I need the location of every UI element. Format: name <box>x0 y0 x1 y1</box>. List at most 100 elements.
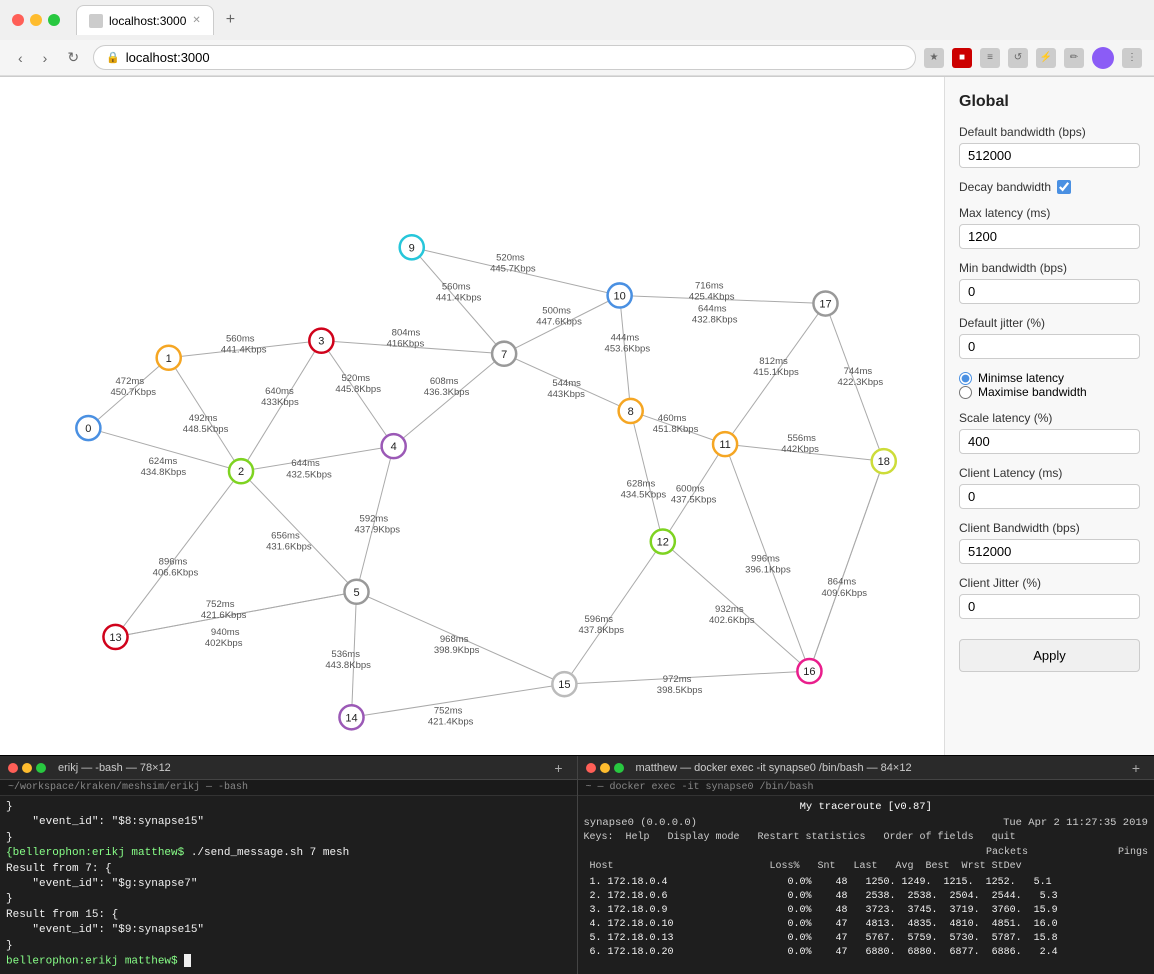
terminal-minimize-icon[interactable] <box>22 763 32 773</box>
reload-button[interactable]: ↻ <box>61 45 85 70</box>
panel-title: Global <box>959 93 1140 111</box>
svg-text:437.8Kbps: 437.8Kbps <box>578 625 624 636</box>
svg-text:421.6Kbps: 421.6Kbps <box>201 610 247 621</box>
svg-text:450.7Kbps: 450.7Kbps <box>110 387 156 398</box>
default-bandwidth-label: Default bandwidth (bps) <box>959 125 1140 139</box>
decay-bandwidth-checkbox[interactable] <box>1057 180 1071 194</box>
browser-chrome: localhost:3000 ✕ + ‹ › ↻ 🔒 localhost:300… <box>0 0 1154 77</box>
svg-text:972ms: 972ms <box>663 674 692 685</box>
svg-text:436.3Kbps: 436.3Kbps <box>424 387 470 398</box>
terminal-right-minimize-icon[interactable] <box>600 763 610 773</box>
terminal-left-header: erikj — -bash — 78×12 + <box>0 756 577 780</box>
apply-button[interactable]: Apply <box>959 639 1140 672</box>
default-jitter-label: Default jitter (%) <box>959 316 1140 330</box>
decay-bandwidth-label: Decay bandwidth <box>959 180 1140 194</box>
terminal-maximize-icon[interactable] <box>36 763 46 773</box>
reader-icon[interactable]: ≡ <box>980 48 1000 68</box>
term-line: } <box>6 892 571 907</box>
svg-text:18: 18 <box>878 456 890 468</box>
menu-icon[interactable]: ⋮ <box>1122 48 1142 68</box>
minimise-latency-radio[interactable] <box>959 372 972 385</box>
user-avatar[interactable] <box>1092 47 1114 69</box>
svg-text:492ms: 492ms <box>189 413 218 424</box>
svg-text:396.1Kbps: 396.1Kbps <box>745 565 791 576</box>
svg-text:596ms: 596ms <box>584 614 613 625</box>
extensions-icon[interactable]: ■ <box>952 48 972 68</box>
browser-tab[interactable]: localhost:3000 ✕ <box>76 5 214 35</box>
pen-icon[interactable]: ✏ <box>1064 48 1084 68</box>
bookmark-icon[interactable]: ★ <box>924 48 944 68</box>
svg-text:8: 8 <box>628 406 634 418</box>
maximise-bandwidth-radio[interactable] <box>959 386 972 399</box>
term-line: "event_id": "$9:synapse15" <box>6 923 571 938</box>
client-latency-input[interactable] <box>959 484 1140 509</box>
term-line: "event_id": "$8:synapse15" <box>6 815 571 830</box>
terminal-left-title: erikj — -bash — 78×12 <box>58 762 171 774</box>
forward-button[interactable]: › <box>37 46 54 70</box>
new-tab-button[interactable]: + <box>218 7 243 33</box>
terminal-left-add-button[interactable]: + <box>548 758 568 778</box>
graph-area: 472ms450.7Kbps 624ms434.8Kbps 492ms448.5… <box>0 77 944 755</box>
term-line: } <box>6 939 571 954</box>
tab-title: localhost:3000 <box>109 14 186 28</box>
term-line: Result from 15: { <box>6 908 571 923</box>
svg-text:441.4Kbps: 441.4Kbps <box>221 345 267 356</box>
default-bandwidth-input[interactable] <box>959 143 1140 168</box>
min-bandwidth-input[interactable] <box>959 279 1140 304</box>
max-latency-group: Max latency (ms) <box>959 206 1140 249</box>
svg-text:744ms: 744ms <box>844 366 873 377</box>
svg-text:432.5Kbps: 432.5Kbps <box>286 469 332 480</box>
client-bandwidth-input[interactable] <box>959 539 1140 564</box>
terminal-right-maximize-icon[interactable] <box>614 763 624 773</box>
svg-text:1: 1 <box>166 353 172 365</box>
default-jitter-input[interactable] <box>959 334 1140 359</box>
terminal-right-body[interactable]: My traceroute [v0.87] synapse0 (0.0.0.0)… <box>578 796 1154 974</box>
network-graph: 472ms450.7Kbps 624ms434.8Kbps 492ms448.5… <box>0 77 944 755</box>
svg-text:437.5Kbps: 437.5Kbps <box>671 494 717 505</box>
svg-text:592ms: 592ms <box>360 513 389 524</box>
lightning-icon[interactable]: ⚡ <box>1036 48 1056 68</box>
terminal-left-body[interactable]: } "event_id": "$8:synapse15" } {bellerop… <box>0 796 577 974</box>
term-line: {bellerophon:erikj matthew$ ./send_messa… <box>6 846 571 861</box>
svg-text:444ms: 444ms <box>611 333 640 344</box>
svg-text:409.6Kbps: 409.6Kbps <box>821 588 867 599</box>
svg-text:402.6Kbps: 402.6Kbps <box>709 615 755 626</box>
svg-text:752ms: 752ms <box>206 599 235 610</box>
min-bandwidth-label: Min bandwidth (bps) <box>959 261 1140 275</box>
svg-text:406.6Kbps: 406.6Kbps <box>153 568 199 579</box>
default-jitter-group: Default jitter (%) <box>959 316 1140 359</box>
terminal-right-header: matthew — docker exec -it synapse0 /bin/… <box>578 756 1154 780</box>
term-line: bellerophon:erikj matthew$ <box>6 954 571 970</box>
address-bar[interactable]: 🔒 localhost:3000 <box>93 45 916 70</box>
terminal-right-traffic-lights <box>586 763 624 773</box>
svg-text:0: 0 <box>85 423 91 435</box>
svg-text:10: 10 <box>613 291 625 303</box>
svg-text:434.5Kbps: 434.5Kbps <box>621 489 667 500</box>
svg-text:441.4Kbps: 441.4Kbps <box>436 293 482 304</box>
terminal-close-icon[interactable] <box>8 763 18 773</box>
scale-latency-input[interactable] <box>959 429 1140 454</box>
svg-text:415.1Kbps: 415.1Kbps <box>753 367 799 378</box>
main-area: 472ms450.7Kbps 624ms434.8Kbps 492ms448.5… <box>0 77 1154 755</box>
maximize-window-button[interactable] <box>48 14 60 26</box>
refresh-icon[interactable]: ↺ <box>1008 48 1028 68</box>
max-latency-input[interactable] <box>959 224 1140 249</box>
tab-close-button[interactable]: ✕ <box>192 15 200 26</box>
svg-text:445.8Kbps: 445.8Kbps <box>335 384 381 395</box>
back-button[interactable]: ‹ <box>12 46 29 70</box>
nodes[interactable]: 0 1 2 3 4 5 7 8 <box>76 235 895 729</box>
svg-text:752ms: 752ms <box>434 705 463 716</box>
client-jitter-label: Client Jitter (%) <box>959 576 1140 590</box>
terminal-right-add-button[interactable]: + <box>1126 758 1146 778</box>
svg-text:460ms: 460ms <box>658 413 687 424</box>
svg-text:16: 16 <box>803 666 815 678</box>
minimize-window-button[interactable] <box>30 14 42 26</box>
maximise-bandwidth-row: Maximise bandwidth <box>959 385 1140 399</box>
svg-text:443Kbps: 443Kbps <box>547 389 585 400</box>
mtr-row: 3. 172.18.0.9 0.0% 48 3723. 3745. 3719. … <box>584 904 1149 918</box>
client-jitter-input[interactable] <box>959 594 1140 619</box>
mtr-column-header: Host Loss% Snt Last Avg Best Wrst StDev <box>584 860 1149 874</box>
terminal-right-close-icon[interactable] <box>586 763 596 773</box>
close-window-button[interactable] <box>12 14 24 26</box>
svg-text:896ms: 896ms <box>159 557 188 568</box>
